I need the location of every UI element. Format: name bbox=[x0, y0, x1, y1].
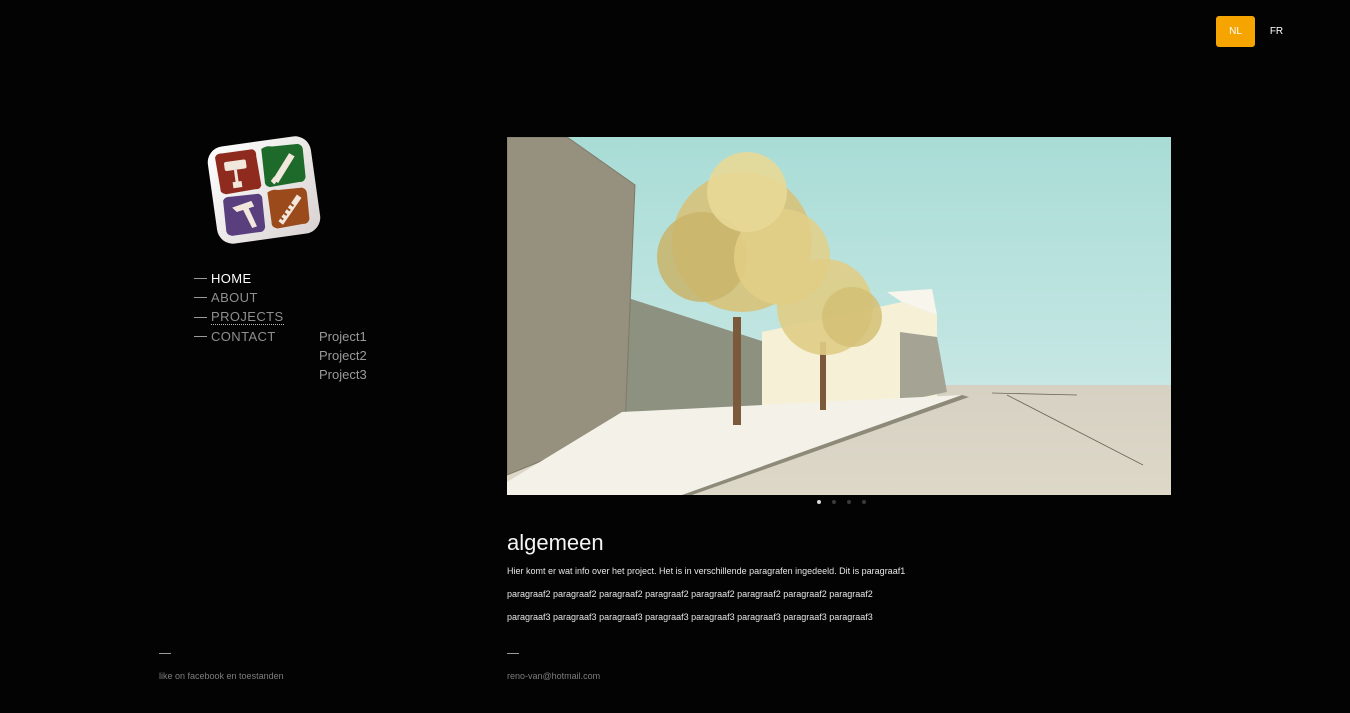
project-content: algemeen Hier komt er wat info over het … bbox=[507, 530, 1167, 635]
logo[interactable] bbox=[206, 135, 322, 245]
slide-dot[interactable] bbox=[847, 500, 851, 504]
lang-nl-button[interactable]: NL bbox=[1216, 16, 1255, 47]
paragraph-3: paragraaf3 paragraaf3 paragraaf3 paragra… bbox=[507, 612, 873, 622]
slideshow-image[interactable] bbox=[507, 137, 1171, 495]
projects-submenu: Project1 Project2 Project3 bbox=[319, 327, 367, 384]
nav-item-contact[interactable]: CONTACT bbox=[194, 327, 284, 346]
logo-tiles-icon bbox=[207, 136, 321, 244]
nav-label-home[interactable]: HOME bbox=[211, 271, 252, 286]
submenu-item-project2[interactable]: Project2 bbox=[319, 346, 367, 365]
content-title: algemeen bbox=[507, 530, 604, 555]
nav-dash bbox=[194, 297, 207, 299]
footer-dash bbox=[159, 653, 171, 654]
nav-label-about[interactable]: ABOUT bbox=[211, 290, 258, 305]
nav-dash bbox=[194, 316, 207, 318]
nav-dash bbox=[194, 336, 207, 338]
nav-dash bbox=[194, 278, 207, 280]
nav-label-projects[interactable]: PROJECTS bbox=[211, 309, 284, 326]
paragraph-1: Hier komt er wat info over het project. … bbox=[507, 566, 906, 576]
language-switch: NL FR bbox=[1216, 16, 1296, 47]
email-link[interactable]: reno-van@hotmail.com bbox=[507, 671, 600, 681]
submenu-item-project1[interactable]: Project1 bbox=[319, 327, 367, 346]
page: NL FR HOME ABOUT PROJECTS CONTACT Projec… bbox=[0, 0, 1350, 713]
slide-dot[interactable] bbox=[832, 500, 836, 504]
slide-dot[interactable] bbox=[817, 500, 821, 504]
slideshow-dots bbox=[817, 500, 866, 504]
main-nav: HOME ABOUT PROJECTS CONTACT bbox=[194, 269, 284, 346]
facebook-link[interactable]: like on facebook en toestanden bbox=[159, 671, 284, 681]
street-render-image bbox=[507, 137, 1171, 495]
footer-email: reno-van@hotmail.com bbox=[507, 653, 600, 681]
nav-item-about[interactable]: ABOUT bbox=[194, 288, 284, 307]
nav-item-projects[interactable]: PROJECTS bbox=[194, 308, 284, 327]
paragraph-2: paragraaf2 paragraaf2 paragraaf2 paragra… bbox=[507, 589, 873, 599]
lang-fr-button[interactable]: FR bbox=[1257, 16, 1296, 47]
submenu-item-project3[interactable]: Project3 bbox=[319, 365, 367, 384]
footer-facebook: like on facebook en toestanden bbox=[159, 653, 284, 681]
footer-dash bbox=[507, 653, 519, 654]
nav-item-home[interactable]: HOME bbox=[194, 269, 284, 288]
nav-label-contact[interactable]: CONTACT bbox=[211, 329, 276, 344]
slide-dot[interactable] bbox=[862, 500, 866, 504]
